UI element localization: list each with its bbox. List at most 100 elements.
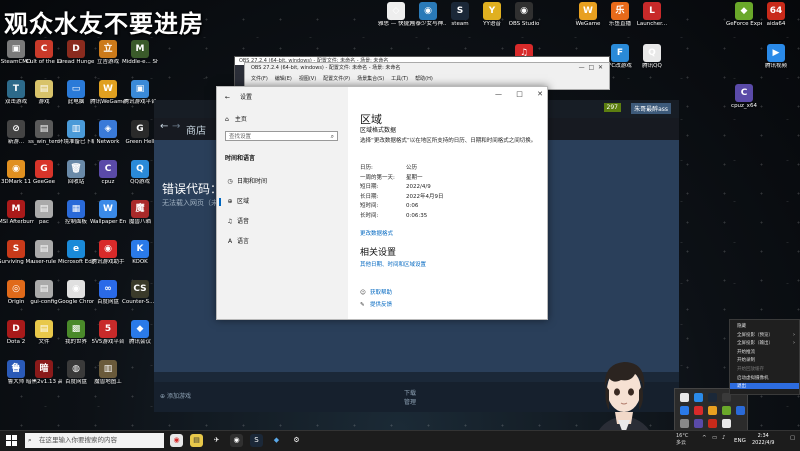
tray-app-icon[interactable] <box>680 406 689 415</box>
context-menu-item[interactable]: 启动虚拟摄像机 <box>737 375 769 381</box>
tray-app-icon[interactable] <box>680 393 689 402</box>
desktop-shortcut[interactable]: Y YY语音 <box>474 2 510 28</box>
desktop-shortcut[interactable]: Ccpuz <box>90 160 126 186</box>
desktop-shortcut[interactable]: G GeeGee <box>26 160 62 186</box>
settings-nav-item[interactable]: ⊕ 区域 <box>217 195 348 209</box>
desktop-shortcut[interactable]: ▤ 游戏 <box>26 80 62 106</box>
context-menu-item[interactable]: 开始录制 <box>737 357 755 363</box>
obs-menu-item[interactable]: 编辑(E) <box>275 76 292 82</box>
context-menu-item[interactable]: 开始回放缓存 <box>737 366 764 372</box>
forward-arrow-icon[interactable]: → <box>172 121 180 132</box>
additional-settings-link[interactable]: 其他日期、时间和区域设置 <box>360 260 426 268</box>
settings-taskbar-icon[interactable]: ⚙ <box>290 434 303 447</box>
desktop-shortcut[interactable]: ▶ 腾讯视频 <box>758 44 794 70</box>
desktop-shortcut[interactable]: 5 5V5游戏平台 <box>90 320 126 346</box>
tray-app-icon[interactable] <box>736 406 745 415</box>
desktop-shortcut[interactable]: G Green Hell <box>122 120 158 146</box>
obs-menu-item[interactable]: 帮助(H) <box>415 76 433 82</box>
steam-store-tab[interactable]: 商店 <box>186 122 206 137</box>
desktop-shortcut[interactable]: ◇雅思 — 快捷方式 <box>378 2 414 28</box>
desktop-shortcut[interactable]: Q QQ游戏 <box>122 160 158 186</box>
back-arrow-icon[interactable]: ← <box>225 94 230 101</box>
desktop-shortcut[interactable]: ▤ user-rule <box>26 240 62 266</box>
back-arrow-icon[interactable]: ← <box>160 121 168 132</box>
desktop-shortcut[interactable]: eMicrosoft Edge <box>58 240 94 266</box>
desktop-shortcut[interactable]: ▥环境准备已下载的... <box>58 120 94 146</box>
get-help-link[interactable]: ☺ 获取帮助 <box>360 288 392 296</box>
desktop-shortcut[interactable]: ▥ 魔兽地图工 <box>90 360 126 386</box>
desktop-shortcut[interactable]: 立立吉游戏 <box>90 40 126 66</box>
obs-menu-item[interactable]: 文件(F) <box>251 76 268 82</box>
desktop-shortcut[interactable]: 64 aida64 <box>758 2 794 28</box>
desktop-shortcut[interactable]: ▭ 此电脑 <box>58 80 94 106</box>
steam-badge[interactable]: 297 <box>603 103 621 112</box>
chevron-up-icon[interactable]: ^ <box>702 435 707 441</box>
feedback-link[interactable]: ✎ 提供反馈 <box>360 300 392 308</box>
desktop-shortcut[interactable]: ◉ OBS Studio <box>506 2 542 28</box>
add-game-button[interactable]: ⊕ 添加游戏 <box>160 391 191 400</box>
context-menu-item[interactable]: 隐藏 <box>737 323 746 329</box>
desktop-shortcut[interactable]: Q 腾讯QQ <box>634 44 670 70</box>
desktop-shortcut[interactable]: K KOOK <box>122 240 158 266</box>
obs-menu-item[interactable]: 场景集合(S) <box>357 76 384 82</box>
settings-search-input[interactable]: 查找设置 ⌕ <box>225 131 338 141</box>
tray-app-icon[interactable] <box>694 419 703 428</box>
desktop-shortcut[interactable]: ◆GeForce Experience <box>726 2 762 28</box>
desktop-shortcut[interactable]: ▤ gui-config <box>26 280 62 306</box>
context-menu-item[interactable]: 开始推流 <box>737 349 755 355</box>
obs-menu-item[interactable]: 工具(T) <box>391 76 408 82</box>
minimize-icon[interactable]: — <box>495 90 502 98</box>
steam-user-menu[interactable]: 朱哥最醉ass <box>631 103 671 114</box>
obs-menu-item[interactable]: 视图(V) <box>299 76 316 82</box>
language-indicator[interactable]: ENG <box>734 438 746 444</box>
tray-app-icon[interactable] <box>680 419 689 428</box>
desktop-shortcut[interactable]: ▣ 腾讯游戏平台 <box>122 80 158 106</box>
app-taskbar-icon[interactable]: ✈ <box>210 434 223 447</box>
downloads-button[interactable]: 下载 管理 <box>404 388 416 406</box>
taskbar-search-input[interactable]: ⌕ 在这里输入你要搜索的内容 <box>25 433 164 448</box>
obs-taskbar-icon[interactable]: ◉ <box>230 434 243 447</box>
tray-app-icon[interactable] <box>694 406 703 415</box>
desktop-shortcut[interactable]: WWallpaper Engine <box>90 200 126 226</box>
settings-home-link[interactable]: ⌂ 主页 <box>225 114 247 123</box>
change-format-link[interactable]: 更改数据格式 <box>360 229 393 237</box>
desktop-shortcut[interactable]: CCult of the Lamb 1.1.13 ... <box>26 40 62 66</box>
desktop-shortcut[interactable]: ▤ pac <box>26 200 62 226</box>
start-button[interactable] <box>6 435 17 446</box>
settings-nav-item[interactable]: ♫ 语音 <box>217 215 348 229</box>
desktop-shortcut[interactable]: 暗暗黑2v1.13 高清全屏 <box>26 360 62 386</box>
desktop-shortcut[interactable]: Ssteam <box>442 2 478 28</box>
desktop-shortcut[interactable]: ◉ 腾讯游戏助手 <box>90 240 126 266</box>
desktop-shortcut[interactable]: CSCounter-S... Global Off... <box>122 280 158 306</box>
window-controls[interactable]: — □ ✕ <box>579 64 603 71</box>
weather-widget[interactable]: 16°C 多云 <box>676 433 688 447</box>
desktop-shortcut[interactable]: ◉Google Chrome <box>58 280 94 306</box>
desktop-shortcut[interactable]: L Launcher... <box>634 2 670 28</box>
obs-menu-item[interactable]: 配置文件(P) <box>323 76 350 82</box>
desktop-shortcut[interactable]: ◍ 百度网盘 <box>58 360 94 386</box>
desktop-shortcut[interactable]: 🗑 回收站 <box>58 160 94 186</box>
steam-taskbar-icon[interactable]: S <box>250 434 263 447</box>
notification-icon[interactable]: ▢ <box>790 435 795 441</box>
settings-nav-item[interactable]: ◷ 日期和时间 <box>217 175 348 189</box>
desktop-shortcut[interactable]: ▦ 控制面板 <box>58 200 94 226</box>
context-menu-item[interactable]: 全屏投影（输出） <box>737 340 773 346</box>
desktop-shortcut[interactable]: ∞ 百度网盘 <box>90 280 126 306</box>
tray-app-icon[interactable] <box>694 393 703 402</box>
settings-nav-item[interactable]: A 语言 <box>217 235 348 249</box>
desktop-shortcut[interactable]: 魔魔兽八晒 <box>122 200 158 226</box>
desktop-shortcut[interactable]: ▤ 文件 <box>26 320 62 346</box>
tray-app-icon[interactable] <box>708 419 717 428</box>
volume-icon[interactable]: ♪ <box>722 435 726 441</box>
desktop-shortcut[interactable]: W WeGame <box>570 2 606 28</box>
desktop-shortcut[interactable]: ◈ Network <box>90 120 126 146</box>
desktop-shortcut[interactable]: W 腾讯WeGame <box>90 80 126 106</box>
context-menu-item[interactable]: 全屏投影（预览） <box>737 332 773 338</box>
desktop-shortcut[interactable]: 乐乐鱼直播 <box>602 2 638 28</box>
desktop-shortcut[interactable]: D Dread Hunger <box>58 40 94 66</box>
desktop-shortcut[interactable]: ▤ ss_win_tem <box>26 120 62 146</box>
close-icon[interactable]: ✕ <box>537 90 543 98</box>
desktop-shortcut[interactable]: Ccpuz_x64 <box>726 84 762 110</box>
desktop-shortcut[interactable]: ◉ 阿泰少女与神... <box>410 2 446 28</box>
desktop-shortcut[interactable]: ◆ 腾讯会议 <box>122 320 158 346</box>
